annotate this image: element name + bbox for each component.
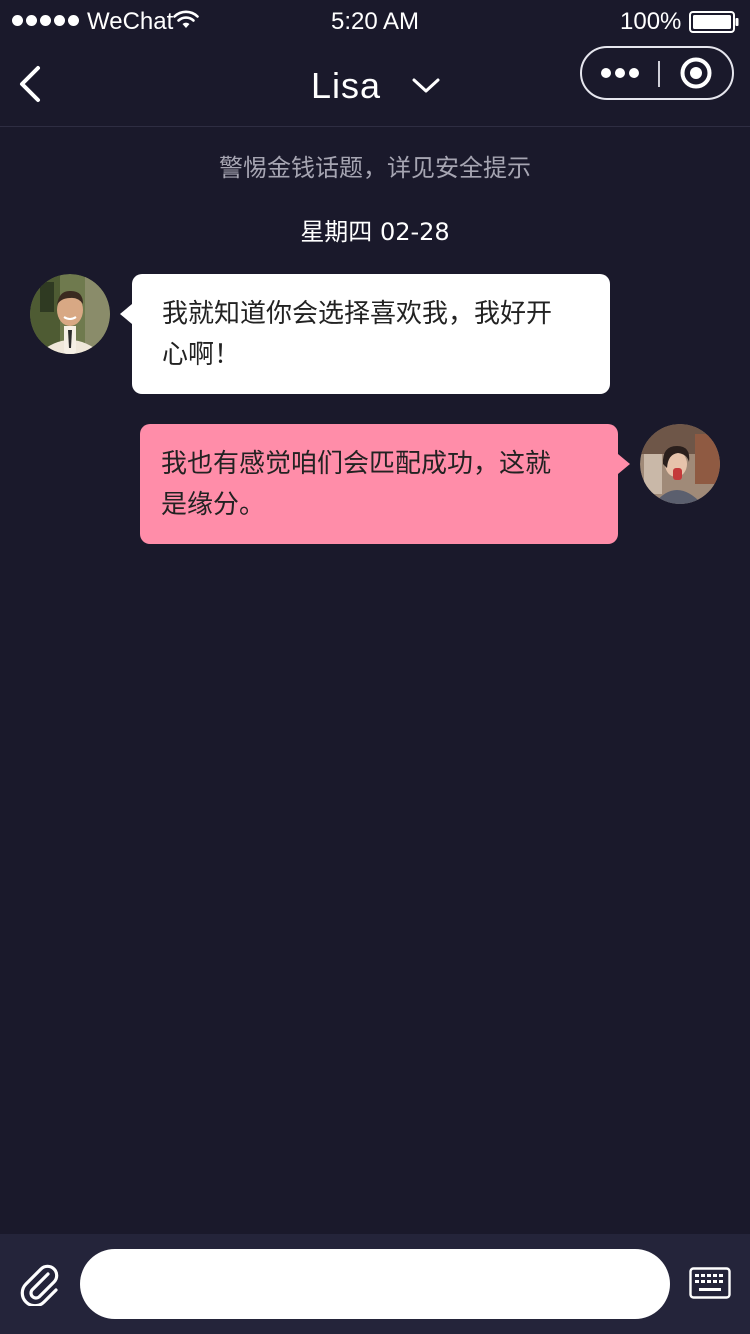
close-button[interactable] xyxy=(660,48,732,98)
paperclip-icon[interactable] xyxy=(18,1262,62,1306)
safety-notice: 警惕金钱话题，详见安全提示 xyxy=(219,154,531,182)
more-dots-icon xyxy=(601,68,639,78)
message-line: 是缘分。 xyxy=(161,490,266,520)
page-title: Lisa xyxy=(310,65,382,106)
nav-divider xyxy=(0,126,750,127)
date-label: 星期四 02-28 xyxy=(300,218,450,246)
male-user-avatar[interactable] xyxy=(30,274,110,354)
chevron-down-icon xyxy=(412,78,440,93)
nav-bar: Lisa xyxy=(0,46,750,126)
back-arrow-icon[interactable] xyxy=(14,62,48,106)
outgoing-message-bubble[interactable]: 我也有感觉咱们会匹配成功，这就 是缘分。 xyxy=(140,424,630,544)
battery-percentage: 100% xyxy=(620,8,682,35)
message-input[interactable] xyxy=(80,1249,670,1319)
title-dropdown[interactable]: Lisa xyxy=(311,65,441,107)
keyboard-icon[interactable] xyxy=(689,1267,731,1299)
more-button[interactable] xyxy=(582,48,658,98)
input-bar xyxy=(0,1234,750,1334)
status-bar: WeChat 5:20 AM 100% xyxy=(0,0,750,46)
incoming-message-bubble[interactable]: 我就知道你会选择喜欢我，我好开 心啊！ xyxy=(120,274,610,394)
message-line: 心啊！ xyxy=(162,340,241,370)
female-user-avatar[interactable] xyxy=(640,424,720,504)
message-line: 我也有感觉咱们会匹配成功，这就 xyxy=(161,449,552,479)
mini-program-capsule xyxy=(580,46,734,100)
battery-icon xyxy=(689,11,739,33)
message-line: 我就知道你会选择喜欢我，我好开 xyxy=(162,299,553,329)
close-circle-icon xyxy=(680,57,712,89)
